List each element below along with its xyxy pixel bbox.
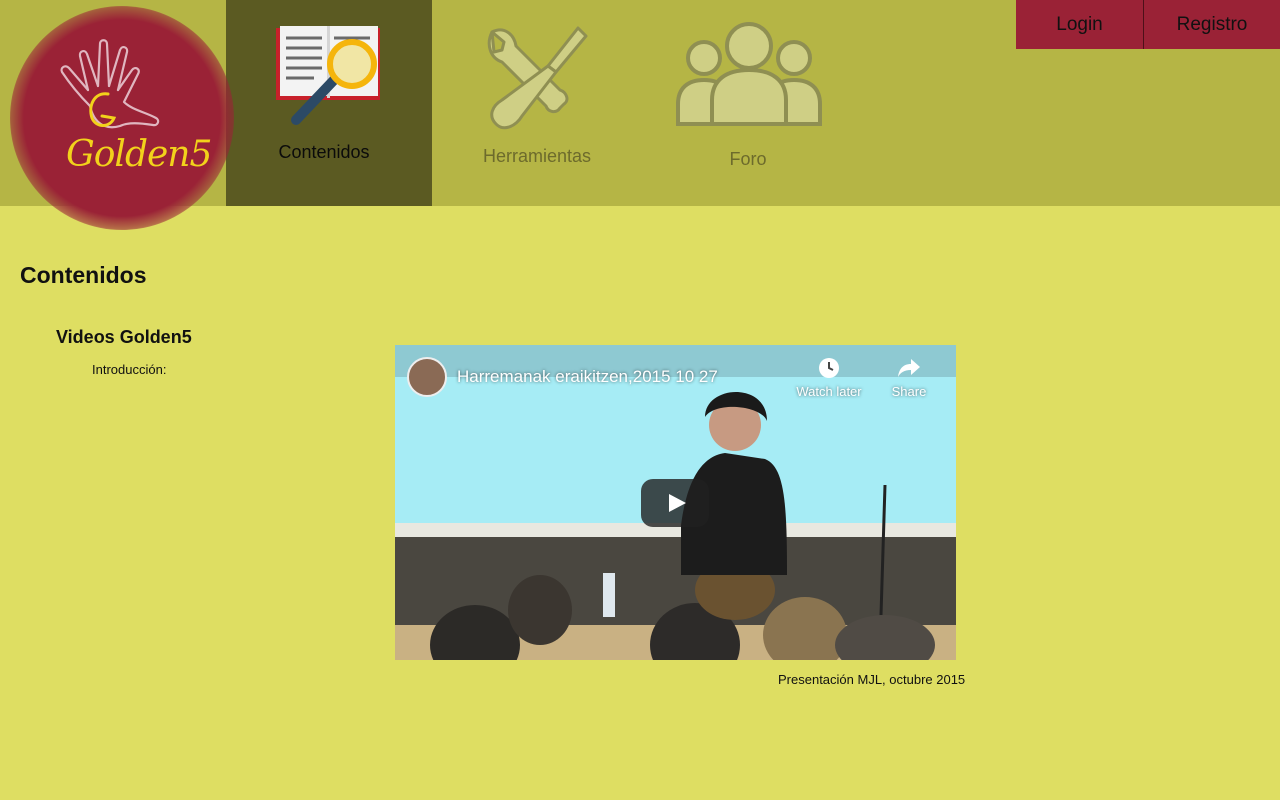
video-title[interactable]: Harremanak eraikitzen,2015 10 27 <box>457 367 718 387</box>
nav-contenidos[interactable]: Contenidos <box>226 0 432 206</box>
video-embed[interactable]: Harremanak eraikitzen,2015 10 27 Watch l… <box>395 345 956 660</box>
login-button[interactable]: Login <box>1016 0 1144 49</box>
register-button[interactable]: Registro <box>1144 0 1280 49</box>
channel-avatar[interactable] <box>407 357 447 397</box>
logo-text: Golden5 <box>66 134 212 175</box>
watch-later-button[interactable]: Watch later <box>787 357 871 399</box>
nav-foro-label: Foro <box>729 149 767 169</box>
share-button[interactable]: Share <box>883 357 935 399</box>
book-magnifier-icon <box>276 26 380 125</box>
tools-icon <box>487 26 588 130</box>
watch-later-label: Watch later <box>796 384 862 399</box>
page-title: Contenidos <box>20 262 147 288</box>
share-label: Share <box>891 384 927 399</box>
nav-herramientas[interactable]: Herramientas <box>432 0 642 206</box>
subsection-label: Introducción: <box>92 362 167 377</box>
group-users-icon <box>676 22 822 126</box>
golden5-logo[interactable]: Golden5 <box>10 6 234 230</box>
nav-contenidos-label: Contenidos <box>278 142 370 162</box>
nav-herramientas-label: Herramientas <box>482 146 592 166</box>
share-arrow-icon <box>898 359 920 377</box>
video-caption: Presentación MJL, octubre 2015 <box>778 672 966 687</box>
hand-print-icon <box>60 39 160 129</box>
nav-foro[interactable]: Foro <box>650 0 846 206</box>
play-button[interactable] <box>641 479 709 527</box>
site-header: Golden5 Contenidos Herramientas Foro Log… <box>0 0 1280 230</box>
section-title: Videos Golden5 <box>56 327 192 347</box>
clock-icon <box>819 358 839 378</box>
